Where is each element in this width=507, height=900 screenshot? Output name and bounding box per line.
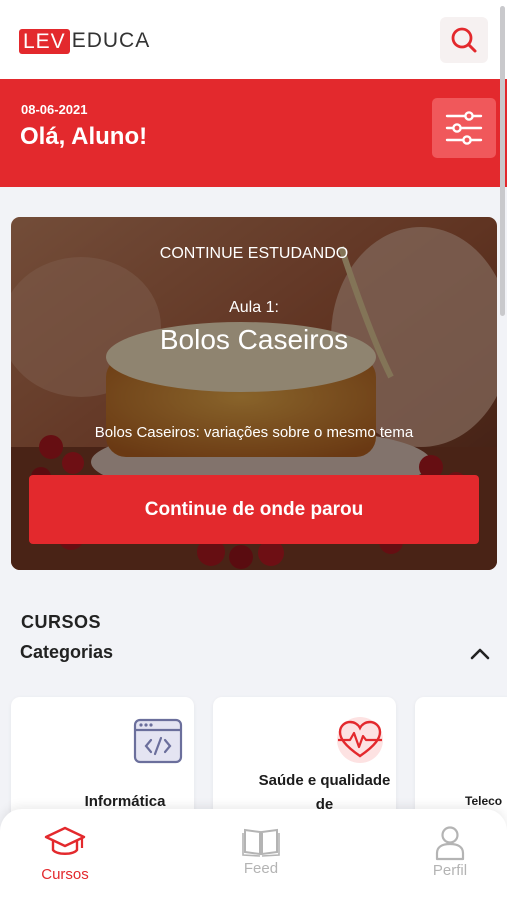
continue-label: CONTINUE ESTUDANDO	[159, 245, 349, 262]
courses-section-title: CURSOS	[21, 612, 102, 632]
code-window-icon	[133, 718, 183, 764]
continue-button[interactable]: Continue de onde parou	[29, 475, 479, 544]
greeting-banner: 08-06-2021 Olá, Aluno!	[0, 79, 507, 187]
lesson-number: Aula 1:	[229, 299, 279, 316]
current-date: 08-06-2021	[21, 102, 88, 117]
nav-label-perfil: Perfil	[432, 862, 468, 879]
graduation-cap-icon	[44, 826, 86, 855]
greeting-text: Olá, Aluno!	[20, 123, 148, 150]
categories-title: Categorias	[20, 642, 114, 662]
logo-highlight: LEV	[19, 28, 70, 54]
category-label: Informática	[84, 793, 166, 810]
search-button[interactable]	[440, 17, 488, 63]
book-icon	[242, 828, 280, 857]
continue-studying-card[interactable]: CONTINUE ESTUDANDO Aula 1: Bolos Caseiro…	[11, 217, 497, 570]
lesson-subtitle: Bolos Caseiros: variações sobre o mesmo …	[94, 424, 414, 441]
nav-label-cursos: Cursos	[41, 866, 89, 883]
search-icon	[451, 27, 477, 53]
nav-label-feed: Feed	[243, 860, 279, 877]
user-icon	[435, 826, 465, 861]
chevron-up-icon	[470, 648, 490, 660]
app-logo: LEV EDUCA	[19, 28, 150, 54]
nav-item-feed[interactable]: Feed	[211, 825, 311, 877]
nav-item-cursos[interactable]: Cursos	[15, 825, 115, 883]
collapse-categories-button[interactable]	[468, 642, 492, 666]
scrollbar[interactable]	[500, 6, 505, 316]
heartbeat-icon	[337, 717, 383, 763]
lesson-title: Bolos Caseiros	[159, 324, 349, 355]
logo-text: EDUCA	[71, 29, 151, 52]
sliders-icon	[445, 111, 483, 145]
top-bar: LEV EDUCA	[0, 0, 507, 79]
nav-item-perfil[interactable]: Perfil	[400, 825, 500, 879]
bottom-navigation: Cursos Feed Perfil	[0, 809, 507, 900]
filter-button[interactable]	[432, 98, 496, 158]
category-label: Teleco	[465, 794, 503, 808]
